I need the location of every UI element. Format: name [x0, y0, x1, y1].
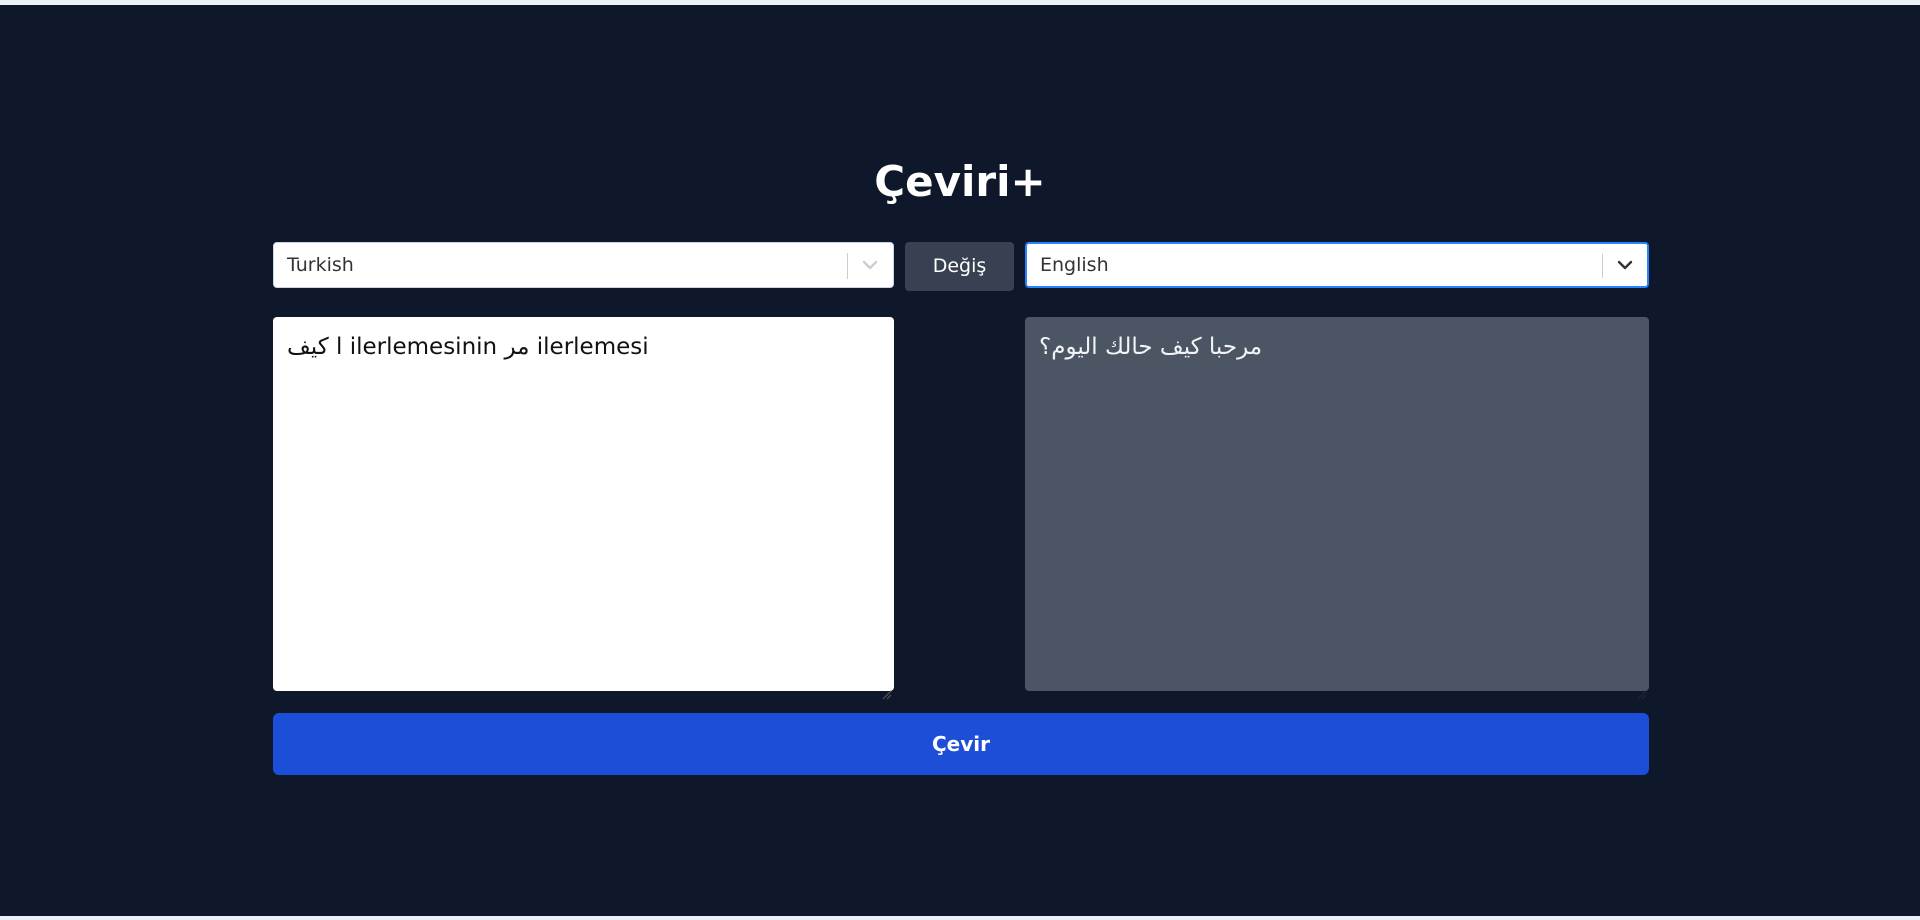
target-language-value: English	[1040, 254, 1109, 276]
select-separator	[847, 253, 848, 279]
translate-button[interactable]: Çevir	[273, 713, 1649, 775]
source-text-input[interactable]: كيف l ilerlemesinin مر ilerlemesi	[273, 317, 894, 700]
chevron-down-icon[interactable]	[1614, 254, 1636, 276]
chevron-down-icon[interactable]	[859, 254, 881, 276]
page-title: Çeviri+	[874, 157, 1046, 206]
target-language-select[interactable]: English	[1025, 242, 1649, 288]
app-container: Çeviri+ Turkish Değiş English كيف l iler…	[0, 5, 1920, 916]
select-separator	[1602, 254, 1603, 278]
source-text-value: كيف l ilerlemesinin مر ilerlemesi	[287, 334, 649, 360]
source-language-select[interactable]: Turkish	[273, 242, 894, 288]
translation-output-value: مرحبا كيف حالك اليوم؟	[1039, 334, 1263, 360]
resize-handle-icon[interactable]	[880, 677, 892, 700]
swap-languages-button[interactable]: Değiş	[905, 242, 1014, 291]
source-language-value: Turkish	[287, 254, 354, 276]
resize-handle-icon[interactable]	[1635, 677, 1647, 700]
translation-output[interactable]: مرحبا كيف حالك اليوم؟	[1025, 317, 1649, 700]
